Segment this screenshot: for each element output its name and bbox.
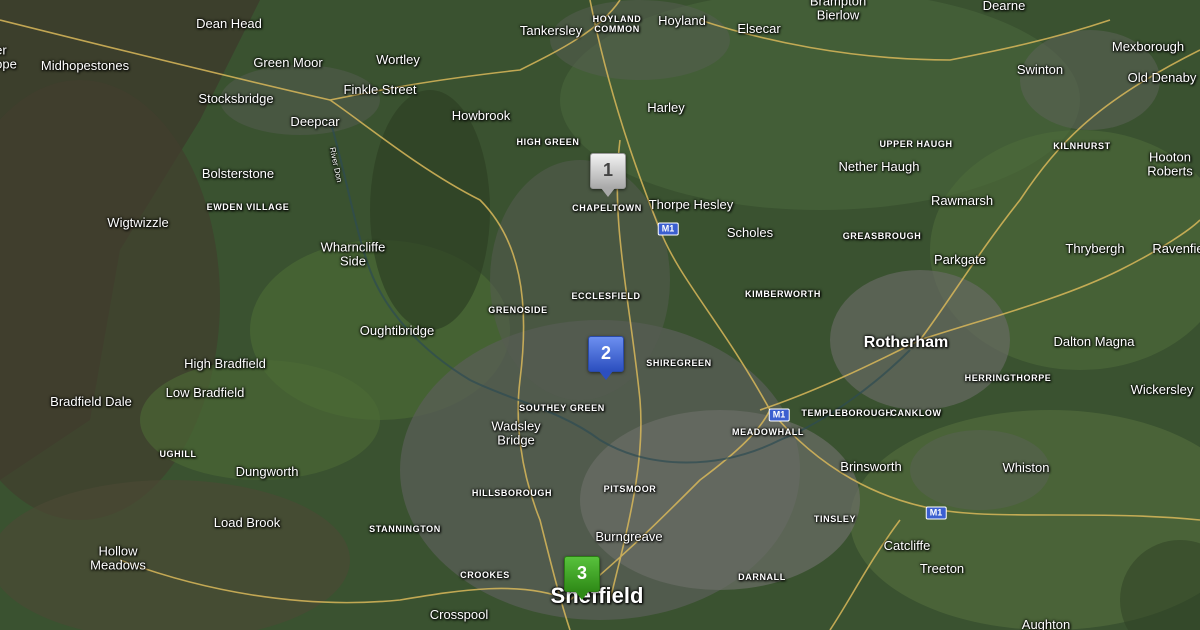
place-label-rotherham: Rotherham [863,334,949,352]
place-label-crookes: CROOKES [460,570,510,581]
satellite-map[interactable]: Dean Head Tankersley HOYLAND COMMON Hoyl… [0,0,1200,630]
place-label-mexborough: Mexborough [1111,38,1185,54]
place-label-high-bradfield: High Bradfield [184,355,266,371]
place-label-catcliffe: Catcliffe [883,537,931,553]
place-label-deepcar: Deepcar [290,113,340,129]
place-label-swinton: Swinton [1016,61,1064,77]
place-label-darnall: DARNALL [738,572,786,583]
place-label-load-brook: Load Brook [213,514,281,530]
map-marker-3[interactable]: 3 [564,556,600,600]
place-label-finkle-street: Finkle Street [343,81,417,97]
place-label-hoyland: Hoyland [658,12,706,28]
place-label-hooton-roberts: Hooton Roberts [1147,149,1193,179]
place-label-tankersley: Tankersley [519,22,583,38]
place-label-thorpe-hesley: Thorpe Hesley [648,196,734,212]
place-label-stocksbridge: Stocksbridge [198,90,274,106]
place-label-rawmarsh: Rawmarsh [930,192,994,208]
marker-label: 3 [576,563,587,583]
place-label-er-ope: er ope [0,42,17,72]
m1-road-shield: M1 [768,408,790,422]
place-label-upper-haugh: UPPER HAUGH [879,139,953,150]
place-label-high-green: HIGH GREEN [516,137,580,148]
place-label-old-denaby: Old Denaby [1127,69,1197,85]
place-label-howbrook: Howbrook [451,107,511,123]
place-label-dalton-magna: Dalton Magna [1053,333,1135,349]
place-label-pitsmoor: PITSMOOR [603,484,657,495]
place-label-wharncliffe-side: Wharncliffe Side [320,239,386,269]
map-marker-1[interactable]: 1 [590,153,626,197]
place-label-shiregreen: SHIREGREEN [646,358,712,369]
place-label-greasbrough: GREASBROUGH [842,231,922,242]
place-label-wadsley-bridge: Wadsley Bridge [491,418,541,448]
place-label-grenoside: GRENOSIDE [488,305,548,316]
marker-label: 1 [602,160,613,180]
place-label-ughill: UGHILL [159,449,197,460]
place-label-bolsterstone: Bolsterstone [201,165,275,181]
place-label-brinsworth: Brinsworth [840,458,902,474]
place-label-thrybergh: Thrybergh [1065,240,1125,256]
place-label-dungworth: Dungworth [235,463,299,479]
place-label-aughton: Aughton [1021,616,1071,630]
place-label-kilnhurst: KILNHURST [1053,141,1111,152]
place-label-chapeltown: CHAPELTOWN [572,203,642,214]
place-label-wortley: Wortley [376,51,420,67]
place-label-treeton: Treeton [919,560,965,576]
place-label-harley: Harley [647,99,685,115]
place-label-meadowhall: MEADOWHALL [732,427,804,438]
place-label-oughtibridge: Oughtibridge [359,322,435,338]
place-label-templeborough: TEMPLEBOROUGH [801,408,893,419]
place-label-hillsborough: HILLSBOROUGH [471,488,553,499]
place-label-ravenfield: Ravenfie [1152,240,1200,256]
place-label-dearne: Dearne [982,0,1026,13]
place-label-nether-haugh: Nether Haugh [838,158,920,174]
m1-road-shield: M1 [925,506,947,520]
marker-label: 2 [600,343,611,363]
place-label-tinsley: TINSLEY [813,514,857,525]
place-label-hoyland-common: HOYLAND COMMON [592,14,642,34]
place-label-ecclesfield: ECCLESFIELD [571,291,641,302]
place-label-wickersley: Wickersley [1130,381,1194,397]
place-label-green-moor: Green Moor [253,54,323,70]
place-label-dean-head: Dean Head [196,15,262,31]
place-label-crosspool: Crosspool [429,606,489,622]
place-label-whiston: Whiston [1002,459,1050,475]
place-label-ewden-village: EWDEN VILLAGE [206,202,290,213]
m1-road-shield: M1 [657,222,679,236]
place-label-kimberworth: KIMBERWORTH [745,289,821,300]
place-label-wigtwizzle: Wigtwizzle [107,214,169,230]
place-label-herringthorpe: HERRINGTHORPE [964,373,1052,384]
place-label-canklow: CANKLOW [890,408,942,419]
place-label-midhopestones: Midhopestones [40,57,130,73]
place-label-brampton-bierlow: Brampton Bierlow [809,0,867,23]
place-label-bradfield-dale: Bradfield Dale [50,393,132,409]
place-label-low-bradfield: Low Bradfield [165,384,245,400]
place-label-stannington: STANNINGTON [369,524,441,535]
place-label-southey-green: SOUTHEY GREEN [519,403,605,414]
place-label-burngreave: Burngreave [595,528,663,544]
place-label-parkgate: Parkgate [933,251,987,267]
place-label-scholes: Scholes [726,224,774,240]
map-marker-2[interactable]: 2 [588,336,624,380]
place-label-hollow-meadows: Hollow Meadows [90,543,146,573]
place-label-elsecar: Elsecar [737,20,781,36]
